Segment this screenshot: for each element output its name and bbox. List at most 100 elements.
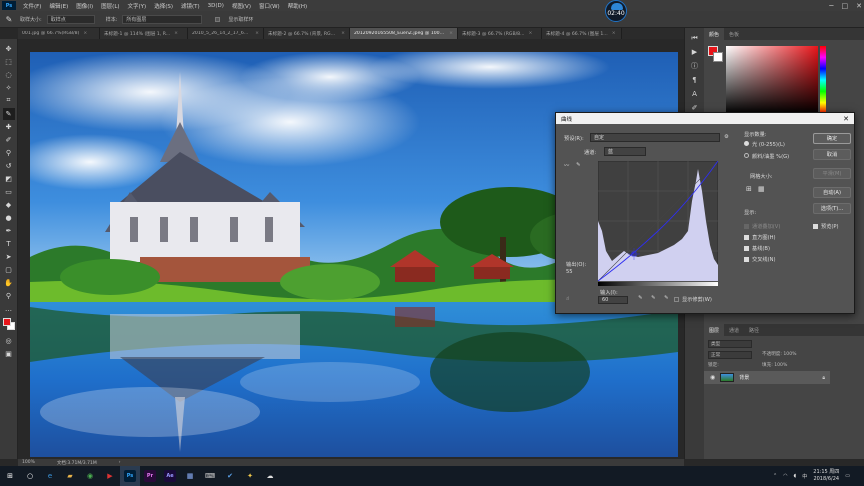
type-tool-icon[interactable]: T — [3, 238, 15, 250]
volume-icon[interactable]: ◖ — [794, 473, 797, 479]
pencil-edit-icon[interactable]: ✎ — [576, 162, 580, 168]
menu-view[interactable]: 视图(V) — [228, 2, 255, 10]
tab-document-3[interactable]: 2010_5_26_14_2_17_6834.jpg... × — [188, 28, 264, 39]
close-icon[interactable]: ✕ — [856, 2, 862, 10]
menu-layer[interactable]: 图层(L) — [97, 2, 123, 10]
show-option-row[interactable]: 交叉线(N) — [744, 254, 780, 265]
menu-filter[interactable]: 滤镜(T) — [177, 2, 204, 10]
tab-close-icon[interactable]: × — [341, 31, 345, 36]
app-task-icon-2[interactable]: ⌨ — [200, 466, 220, 486]
menu-select[interactable]: 选择(S) — [150, 2, 177, 10]
app-task-icon-4[interactable]: ✦ — [240, 466, 260, 486]
tab-close-icon[interactable]: × — [255, 31, 259, 36]
show-ring-checkbox[interactable] — [215, 16, 221, 22]
marquee-tool-icon[interactable]: ⬚ — [3, 56, 15, 68]
lasso-tool-icon[interactable]: ◌ — [3, 69, 15, 81]
smooth-button[interactable]: 平滑(M) — [813, 168, 851, 179]
dodge-tool-icon[interactable]: ● — [3, 212, 15, 224]
eyedropper-preset-icon[interactable]: ✎ — [3, 13, 15, 25]
show-option-checkbox[interactable] — [744, 235, 749, 240]
ok-button[interactable]: 确定 — [813, 133, 851, 144]
menu-window[interactable]: 窗口(W) — [255, 2, 284, 10]
notification-icon[interactable]: ▭ — [845, 473, 850, 479]
pen-tool-icon[interactable]: ✒ — [3, 225, 15, 237]
color-swatches[interactable] — [2, 317, 16, 331]
sample-select[interactable]: 所有图层 — [122, 14, 203, 24]
quick-select-tool-icon[interactable]: ✧ — [3, 82, 15, 94]
target-adjust-icon[interactable]: ☝ — [566, 296, 569, 302]
minimize-icon[interactable]: ─ — [829, 2, 833, 10]
tab-document-7[interactable]: 未标题-4 @ 66.7% (图层 1... × — [542, 28, 622, 39]
tab-swatches[interactable]: 色板 — [724, 28, 744, 40]
curves-title-bar[interactable]: 曲线 ✕ — [556, 113, 854, 124]
input-language[interactable]: 中 — [802, 473, 807, 480]
menu-file[interactable]: 文件(F) — [19, 2, 45, 10]
media-player-icon[interactable]: ▶ — [100, 466, 120, 486]
quick-mask-icon[interactable]: ◎ — [3, 335, 15, 347]
grid-simple-icon[interactable]: ⊞ — [746, 185, 752, 193]
tab-document-2[interactable]: 未标题-1 @ 114% (图层 1, R... × — [100, 28, 188, 39]
color-picker-field[interactable] — [726, 46, 818, 114]
tab-close-icon[interactable]: × — [83, 31, 87, 36]
blend-mode-select[interactable]: 正常 — [708, 351, 752, 359]
light-radio[interactable] — [744, 141, 749, 146]
search-icon[interactable]: ○ — [20, 466, 40, 486]
eyedropper-tool-icon[interactable]: ✎ — [2, 107, 15, 120]
sample-size-select[interactable]: 取样点 — [46, 14, 95, 24]
channel-select[interactable]: 蓝 — [604, 147, 646, 156]
info-icon[interactable]: ⓘ — [689, 60, 701, 72]
character-icon[interactable]: A — [689, 88, 701, 100]
show-option-checkbox[interactable] — [744, 224, 749, 229]
preset-gear-icon[interactable]: ⚙ — [724, 134, 729, 140]
tab-document-5[interactable]: 20120920165508_EuenZ.jpeg @ 100%(RGB/8#)… — [350, 28, 458, 39]
menu-edit[interactable]: 编辑(E) — [45, 2, 72, 10]
paragraph-icon[interactable]: ¶ — [689, 74, 701, 86]
app-task-icon-1[interactable]: ▦ — [180, 466, 200, 486]
shape-tool-icon[interactable]: ▢ — [3, 264, 15, 276]
photoshop-task-icon[interactable]: Ps — [120, 466, 140, 486]
tab-channels[interactable]: 通道 — [724, 324, 744, 336]
tab-close-icon[interactable]: × — [612, 31, 616, 36]
eraser-tool-icon[interactable]: ◩ — [3, 173, 15, 185]
hand-tool-icon[interactable]: ✋ — [3, 277, 15, 289]
screen-mode-icon[interactable]: ▣ — [3, 348, 15, 360]
premiere-task-icon[interactable]: Pr — [140, 466, 160, 486]
tab-close-icon[interactable]: × — [449, 31, 453, 36]
path-select-icon[interactable]: ➤ — [3, 251, 15, 263]
output-value[interactable]: 55 — [566, 269, 573, 275]
menu-image[interactable]: 图像(I) — [72, 2, 97, 10]
foreground-color-swatch[interactable] — [2, 318, 11, 326]
hue-slider[interactable] — [820, 46, 826, 114]
opacity-field[interactable]: 不透明度: 100% — [762, 351, 797, 357]
app-task-icon-3[interactable]: ✔ — [220, 466, 240, 486]
gray-eyedropper-icon[interactable]: ✎ — [651, 295, 655, 301]
show-option-row[interactable]: 直方图(H) — [744, 232, 780, 243]
white-eyedropper-icon[interactable]: ✎ — [664, 295, 668, 301]
file-explorer-icon[interactable]: ▰ — [60, 466, 80, 486]
chrome-icon[interactable]: ◉ — [80, 466, 100, 486]
status-arrow-icon[interactable]: › — [119, 460, 121, 465]
tab-color[interactable]: 颜色 — [704, 28, 725, 40]
layer-row[interactable]: ◉ 背景 🔒︎ — [704, 371, 830, 384]
menu-help[interactable]: 帮助(H) — [284, 2, 311, 10]
zoom-level[interactable]: 100% — [22, 460, 35, 465]
network-icon[interactable]: ◠ — [783, 473, 787, 479]
curves-graph[interactable] — [598, 161, 718, 281]
show-clipping-checkbox[interactable] — [674, 297, 679, 302]
auto-button[interactable]: 自动(A) — [813, 187, 851, 198]
menu-type[interactable]: 文字(Y) — [124, 2, 151, 10]
tray-expand-icon[interactable]: ⌃ — [773, 473, 777, 479]
show-option-row[interactable]: 基线(B) — [744, 243, 780, 254]
pigment-radio[interactable] — [744, 153, 749, 158]
tab-document-4[interactable]: 未标题-2 @ 66.7% (背景, RGB... × — [264, 28, 350, 39]
clock[interactable]: 21:15 周四 2018/6/24 — [813, 469, 839, 483]
curve-edit-icon[interactable]: 〰 — [564, 162, 569, 169]
tab-layers[interactable]: 图层 — [704, 324, 725, 336]
tab-close-icon[interactable]: × — [174, 31, 178, 36]
history-icon[interactable]: ⏮ — [689, 32, 701, 44]
gradient-tool-icon[interactable]: ▭ — [3, 186, 15, 198]
history-brush-icon[interactable]: ↺ — [3, 160, 15, 172]
black-eyedropper-icon[interactable]: ✎ — [638, 295, 642, 301]
options-button[interactable]: 选项(T)... — [813, 203, 851, 214]
fill-field[interactable]: 填充: 100% — [762, 362, 787, 368]
